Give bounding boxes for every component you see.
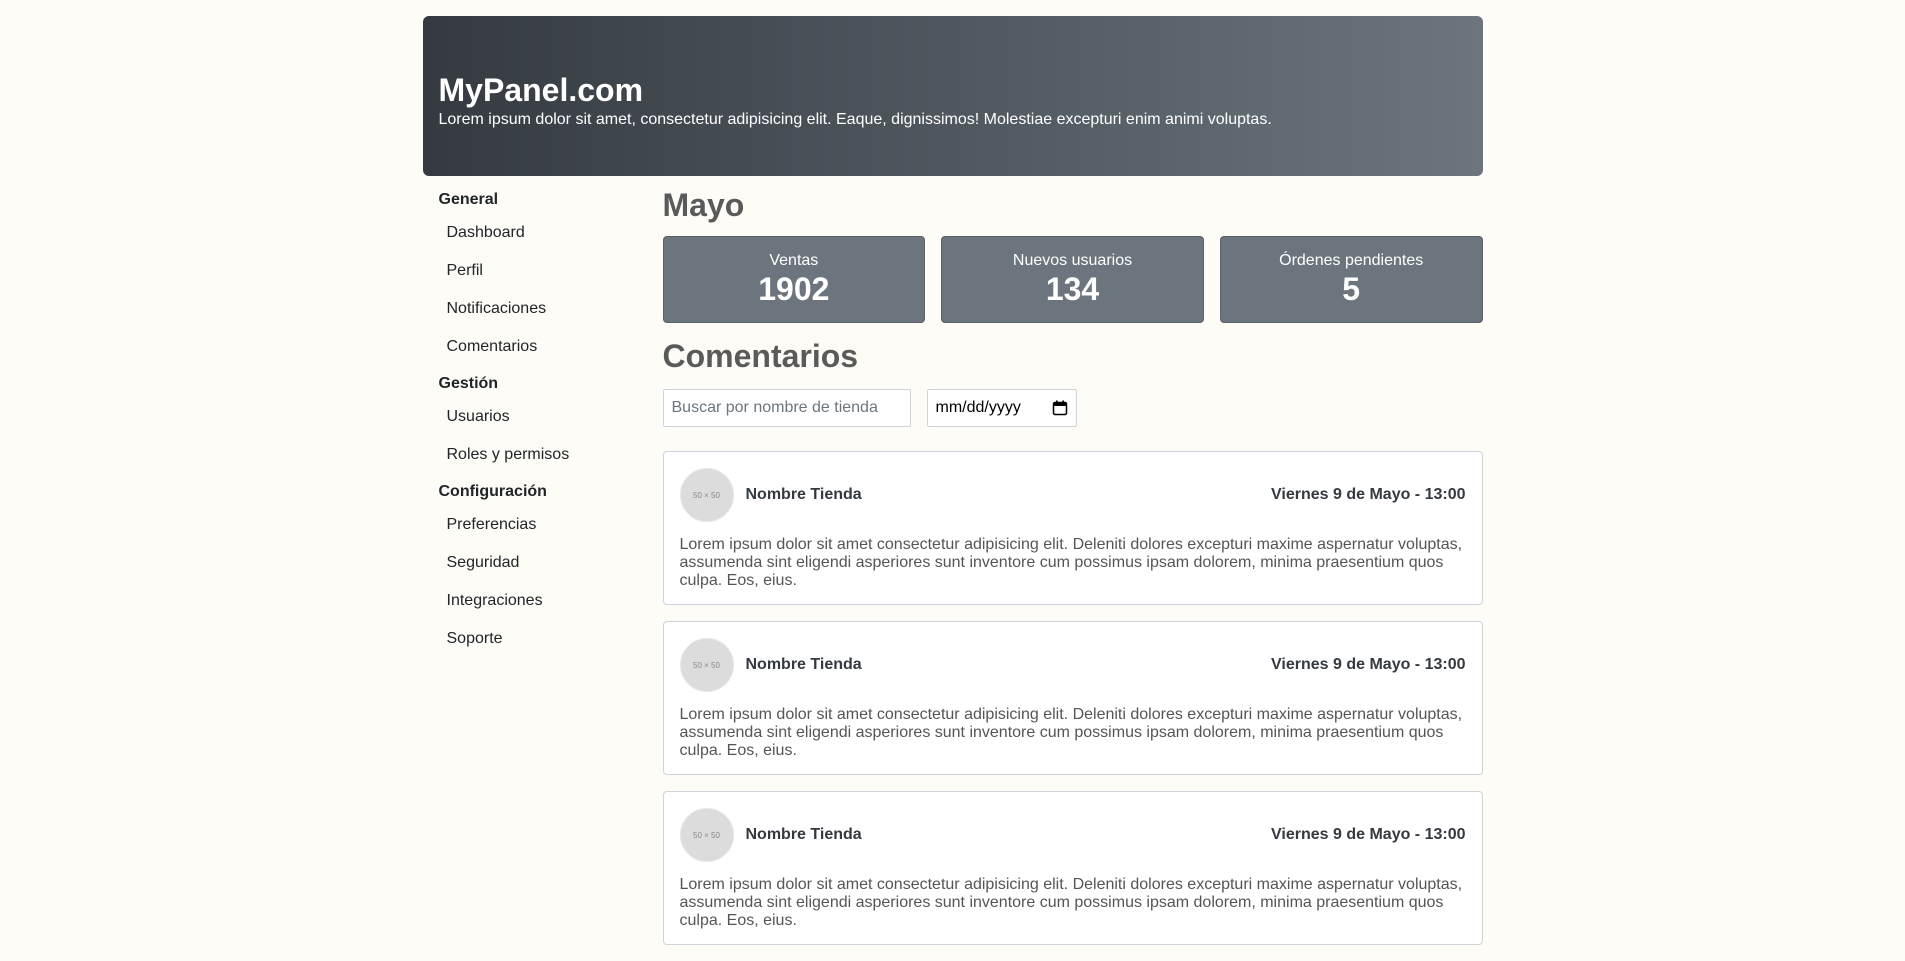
stat-value: 134	[1045, 271, 1100, 307]
sidebar: General Dashboard Perfil Notificaciones …	[423, 176, 663, 961]
sidebar-item-preferencias[interactable]: Preferencias	[439, 506, 663, 544]
calendar-icon[interactable]	[1052, 400, 1068, 416]
date-placeholder: mm/dd/yyyy	[935, 399, 1021, 416]
comment-body: Lorem ipsum dolor sit amet consectetur a…	[679, 706, 1463, 759]
nav-section-title: General	[438, 191, 499, 208]
comment-header: 50 × 50 Nombre Tienda Viernes 9 de Mayo …	[679, 808, 1466, 862]
stats-row: Ventas 1902 Nuevos usuarios 134 Órdenes …	[662, 236, 1483, 323]
sidebar-item-soporte[interactable]: Soporte	[439, 620, 663, 658]
nav-group-general: General Dashboard Perfil Notificaciones …	[439, 190, 663, 366]
site-subtitle: Lorem ipsum dolor sit amet, consectetur …	[438, 111, 1272, 128]
sidebar-item-comentarios[interactable]: Comentarios	[439, 328, 663, 366]
comment-date: Viernes 9 de Mayo - 13:00	[1271, 656, 1466, 673]
sidebar-item-perfil[interactable]: Perfil	[439, 252, 663, 290]
stat-label: Nuevos usuarios	[1012, 252, 1133, 269]
nav-group-configuracion: Configuración Preferencias Seguridad Int…	[439, 482, 663, 658]
stat-value: 1902	[758, 271, 830, 307]
avatar: 50 × 50	[679, 468, 734, 522]
store-name: Nombre Tienda	[745, 656, 862, 673]
sidebar-item-dashboard[interactable]: Dashboard	[439, 214, 663, 252]
stat-card-ventas: Ventas 1902	[662, 236, 926, 323]
sidebar-item-usuarios[interactable]: Usuarios	[439, 398, 663, 436]
avatar: 50 × 50	[679, 638, 734, 692]
comment-card: 50 × 50 Nombre Tienda Viernes 9 de Mayo …	[662, 621, 1483, 775]
comment-body: Lorem ipsum dolor sit amet consectetur a…	[679, 876, 1463, 929]
stat-card-nuevos-usuarios: Nuevos usuarios 134	[941, 236, 1204, 323]
sidebar-item-integraciones[interactable]: Integraciones	[439, 582, 663, 620]
store-name: Nombre Tienda	[745, 486, 862, 503]
store-name: Nombre Tienda	[745, 826, 862, 843]
stat-value: 5	[1342, 271, 1361, 307]
comment-header: 50 × 50 Nombre Tienda Viernes 9 de Mayo …	[679, 468, 1466, 522]
date-filter-input[interactable]: mm/dd/yyyy	[926, 389, 1077, 427]
content-layout: General Dashboard Perfil Notificaciones …	[423, 176, 1483, 961]
stat-card-ordenes-pendientes: Órdenes pendientes 5	[1219, 236, 1483, 323]
comment-body: Lorem ipsum dolor sit amet consectetur a…	[679, 536, 1463, 589]
sidebar-item-notificaciones[interactable]: Notificaciones	[439, 290, 663, 328]
sidebar-item-seguridad[interactable]: Seguridad	[439, 544, 663, 582]
comment-card: 50 × 50 Nombre Tienda Viernes 9 de Mayo …	[662, 791, 1483, 945]
site-title: MyPanel.com	[438, 72, 644, 108]
nav-group-gestion: Gestión Usuarios Roles y permisos	[439, 374, 663, 474]
stat-label: Ventas	[769, 252, 819, 269]
comment-header: 50 × 50 Nombre Tienda Viernes 9 de Mayo …	[679, 638, 1466, 692]
avatar: 50 × 50	[679, 808, 734, 862]
sidebar-item-roles[interactable]: Roles y permisos	[439, 436, 663, 474]
nav-section-title: Configuración	[438, 483, 547, 500]
comment-filters: mm/dd/yyyy	[662, 389, 1483, 427]
site-header: MyPanel.com Lorem ipsum dolor sit amet, …	[422, 16, 1483, 176]
comment-date: Viernes 9 de Mayo - 13:00	[1271, 826, 1466, 843]
month-title: Mayo	[662, 187, 745, 223]
comment-card: 50 × 50 Nombre Tienda Viernes 9 de Mayo …	[662, 451, 1483, 605]
stat-label: Órdenes pendientes	[1279, 252, 1424, 269]
comment-date: Viernes 9 de Mayo - 13:00	[1271, 486, 1466, 503]
page-container: MyPanel.com Lorem ipsum dolor sit amet, …	[422, 0, 1483, 961]
main-content: Mayo Ventas 1902 Nuevos usuarios 134 Órd…	[662, 176, 1483, 961]
comments-title: Comentarios	[662, 338, 859, 374]
nav-section-title: Gestión	[438, 375, 499, 392]
store-search-input[interactable]	[662, 389, 911, 427]
